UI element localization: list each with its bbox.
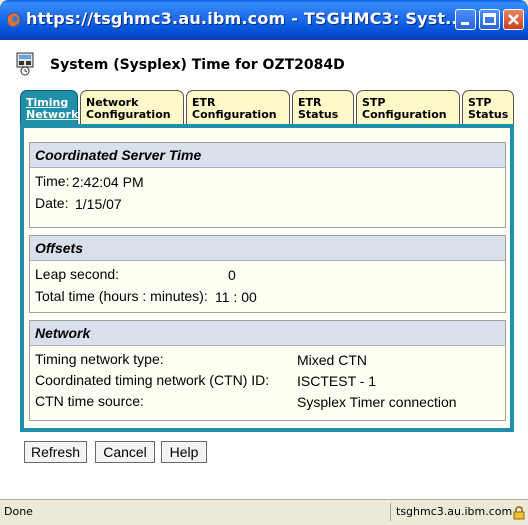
tab-panel-body: Coordinated Server Time Time: 2:42:04 PM… [24,128,510,428]
dialog-header: System (Sysplex) Time for OZT2084D [0,40,528,80]
browser-window: https://tsghmc3.au.ibm.com - TSGHMC3: Sy… [0,0,528,525]
tab-bar: Timing Network Network Configuration ETR… [20,90,528,126]
total-time-value: 11 : 00 [215,289,257,305]
status-bar: Done tsghmc3.au.ibm.com [0,499,528,525]
firefox-icon [6,12,22,28]
total-time-label: Total time (hours : minutes): [35,288,208,304]
ctn-id-label: Coordinated timing network (CTN) ID: [35,372,270,388]
close-button[interactable] [503,9,524,30]
date-label: Date: [35,195,69,211]
dialog-title: System (Sysplex) Time for OZT2084D [50,57,345,73]
leap-second-label: Leap second: [35,266,120,282]
help-button[interactable]: Help [161,441,207,463]
tab-etr-status[interactable]: ETR Status [292,90,354,124]
refresh-button[interactable]: Refresh [24,441,87,463]
title-bar[interactable]: https://tsghmc3.au.ibm.com - TSGHMC3: Sy… [0,0,528,40]
status-domain: tsghmc3.au.ibm.com [396,505,513,518]
cancel-button[interactable]: Cancel [95,441,155,463]
status-text: Done [4,505,33,518]
network-section-header: Network [30,321,505,346]
network-section: Network Timing network type: Mixed CTN C… [29,320,506,421]
maximize-icon [483,13,496,25]
minimize-icon [461,22,469,25]
cst-section-header: Coordinated Server Time [30,143,505,168]
ctn-time-source-value: Sysplex Timer connection [297,394,457,410]
tab-etr-configuration[interactable]: ETR Configuration [186,90,290,124]
close-icon [508,14,519,25]
offsets-section: Offsets Leap second: 0 Total time (hours… [29,235,506,313]
status-divider [390,503,391,521]
network-type-value: Mixed CTN [297,352,368,368]
network-type-label: Timing network type: [35,351,164,367]
time-value: 2:42:04 PM [72,174,144,190]
cst-section: Coordinated Server Time Time: 2:42:04 PM… [29,142,506,228]
tab-network-configuration[interactable]: Network Configuration [80,90,184,124]
tab-panel: Coordinated Server Time Time: 2:42:04 PM… [20,124,514,432]
ctn-time-source-label: CTN time source: [35,393,144,409]
tab-stp-status[interactable]: STP Status [462,90,514,124]
leap-second-value: 0 [228,267,236,283]
system-time-icon [16,52,34,76]
date-value: 1/15/07 [75,196,122,212]
tab-timing-network[interactable]: Timing Network [20,90,78,126]
maximize-button[interactable] [479,9,500,30]
ctn-id-value: ISCTEST - 1 [297,373,377,389]
time-label: Time: [35,173,70,189]
minimize-button[interactable] [455,9,476,30]
window-title: https://tsghmc3.au.ibm.com - TSGHMC3: Sy… [26,9,465,28]
tab-stp-configuration[interactable]: STP Configuration [356,90,460,124]
lock-icon[interactable] [513,506,525,520]
dialog-content: System (Sysplex) Time for OZT2084D Timin… [0,40,528,499]
offsets-section-header: Offsets [30,236,505,261]
